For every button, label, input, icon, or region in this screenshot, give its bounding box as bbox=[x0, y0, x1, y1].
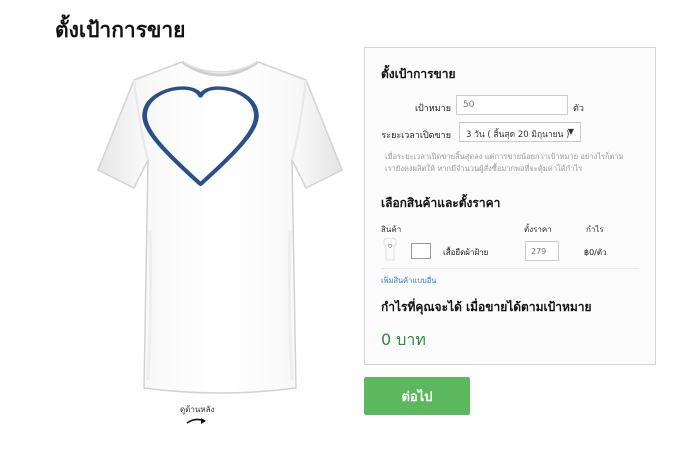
goal-input[interactable]: 50 bbox=[456, 95, 568, 115]
product-thumbnail bbox=[383, 237, 397, 261]
goal-unit: ตัว bbox=[573, 104, 584, 114]
profit-heading: กำไรที่คุณจะได้ เมื่อขายได้ตามเป้าหมาย bbox=[381, 300, 592, 314]
goal-label: เป้าหมาย bbox=[414, 104, 451, 114]
curved-arrow-icon bbox=[186, 418, 207, 424]
sales-goal-panel: ตั้งเป้าการขาย เป้าหมาย 50 ตัว ระยะเวลาเ… bbox=[364, 47, 656, 365]
price-input[interactable]: 279 bbox=[525, 241, 559, 261]
product-heading: เลือกสินค้าและตั้งราคา bbox=[381, 196, 501, 210]
page-title: ตั้งเป้าการขาย bbox=[55, 18, 186, 42]
duration-select[interactable]: 3 วัน ( สิ้นสุด 20 มิถุนายน ) ▼ bbox=[459, 122, 581, 142]
back-view-toggle[interactable]: ดูด้านหลัง bbox=[180, 403, 214, 425]
col-product: สินค้า bbox=[381, 225, 402, 234]
next-button[interactable]: ต่อไป bbox=[364, 377, 470, 415]
profit-per-unit: ฿0/ตัว bbox=[584, 248, 607, 257]
duration-label: ระยะเวลาเปิดขาย bbox=[381, 131, 451, 141]
total-profit-value: 0 บาท bbox=[381, 330, 426, 349]
add-product-link[interactable]: เพิ่มสินค้าแบบอื่น bbox=[381, 275, 436, 287]
tshirt-preview bbox=[90, 50, 350, 400]
back-view-label: ดูด้านหลัง bbox=[180, 405, 215, 414]
col-price: ตั้งราคา bbox=[524, 225, 552, 234]
caret-down-icon: ▼ bbox=[567, 127, 574, 136]
row-divider bbox=[381, 268, 639, 269]
col-profit: กำไร bbox=[586, 225, 604, 234]
goal-heading: ตั้งเป้าการขาย bbox=[381, 67, 456, 81]
product-name: เสื้อยืดผ้าฝ้าย bbox=[443, 248, 489, 257]
duration-selected: 3 วัน ( สิ้นสุด 20 มิถุนายน ) bbox=[466, 130, 570, 140]
duration-note: เมื่อระยะเวลาเปิดขายสิ้นสุดลง แต่การขายน… bbox=[385, 152, 624, 173]
product-color-checkbox[interactable] bbox=[411, 243, 431, 259]
tshirt-image bbox=[97, 60, 343, 394]
